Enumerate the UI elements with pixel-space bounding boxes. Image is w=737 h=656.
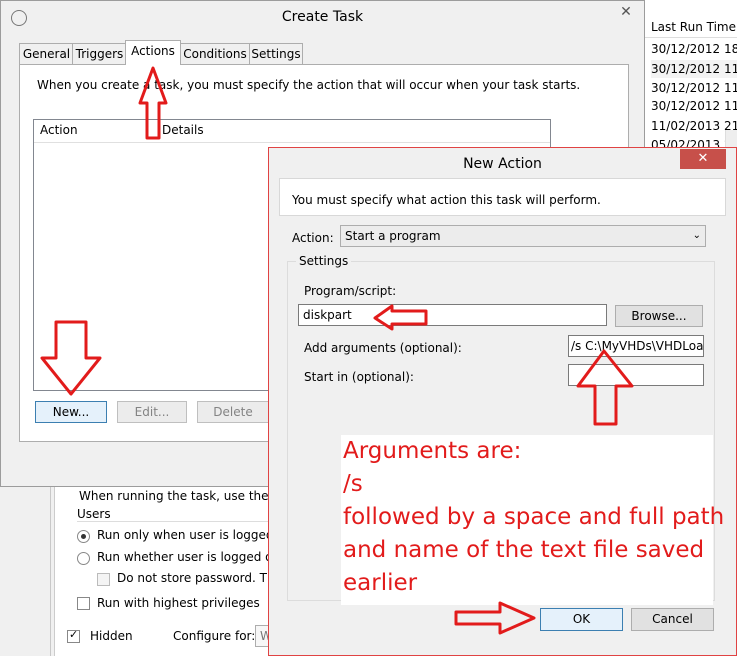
left-arrow-icon [373, 304, 428, 331]
annotation-arrows [40, 66, 634, 635]
up-arrow-icon [576, 349, 634, 426]
right-arrow-icon [454, 601, 536, 635]
up-arrow-icon [138, 66, 168, 140]
down-arrow-icon [40, 320, 102, 396]
tab-actions[interactable]: Actions [125, 40, 181, 65]
